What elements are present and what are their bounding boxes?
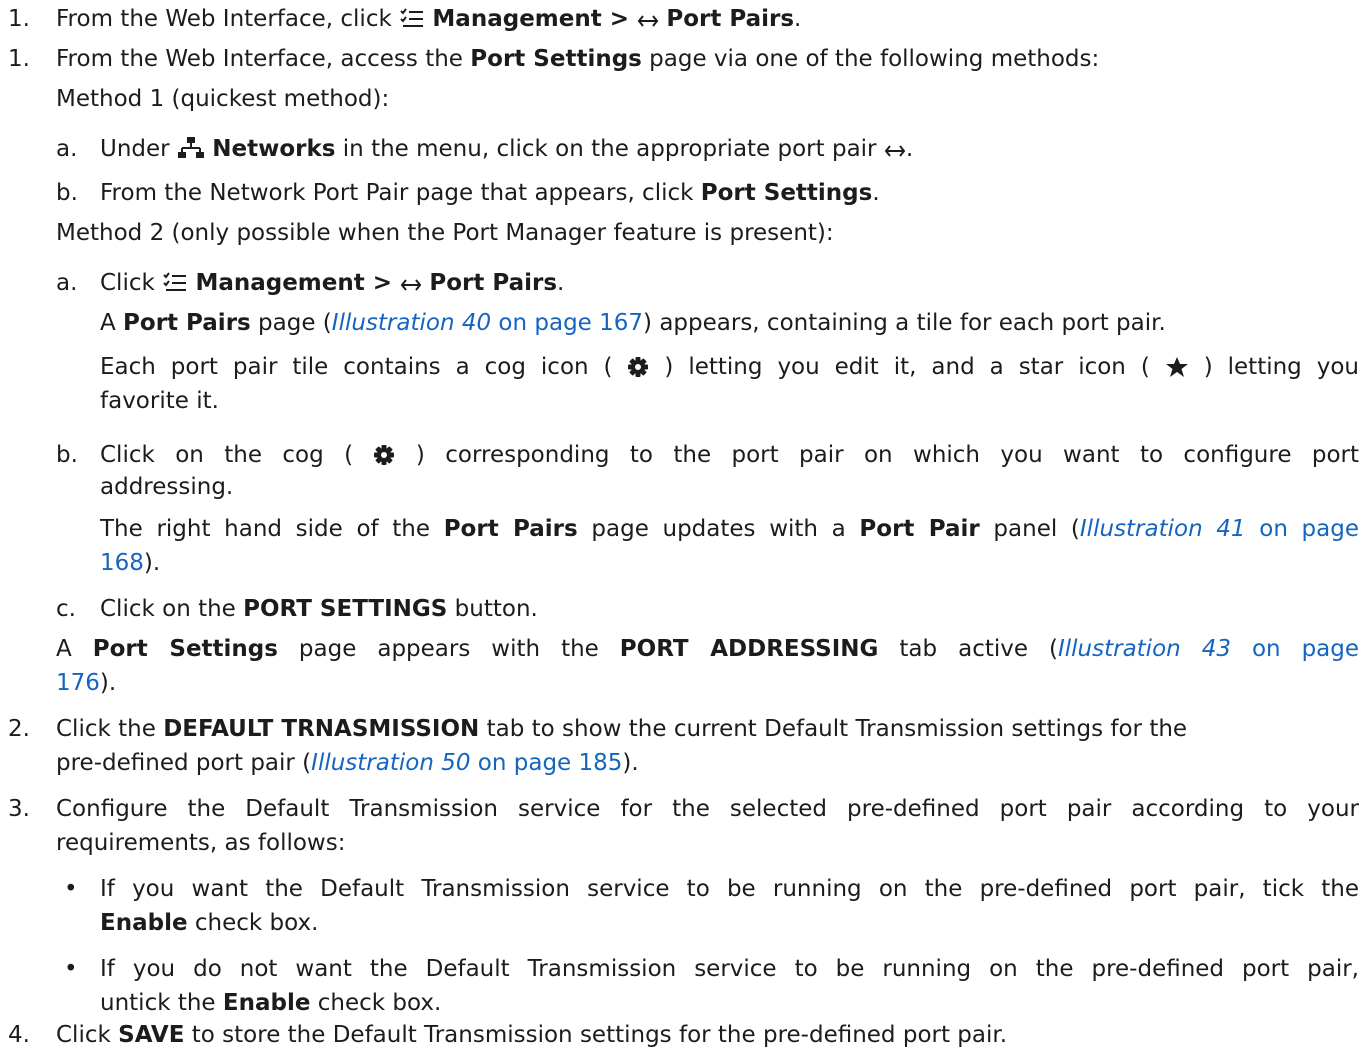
menu-port-pairs: Port Pairs <box>666 6 795 32</box>
illustration-43-link[interactable]: Illustration 43 <box>1058 636 1231 662</box>
method-2-step-b-result: The right hand side of the Port Pairs pa… <box>100 516 1359 542</box>
method-2-step-b-result-end: 168). <box>100 550 161 576</box>
left-right-arrow-icon <box>637 8 659 38</box>
port-settings-result-end: 176). <box>56 670 117 696</box>
page-185-link[interactable]: on page 185 <box>470 750 623 776</box>
method-2-step-a-result: A Port Pairs page (Illustration 40 on pa… <box>100 310 1166 336</box>
page-167-link[interactable]: on page 167 <box>491 310 643 336</box>
menu-checklist-icon <box>399 8 425 38</box>
page-176-link[interactable]: on page <box>1231 636 1359 662</box>
document-page: 1. From the Web Interface, click Managem… <box>8 6 1360 1048</box>
star-icon <box>1165 356 1189 386</box>
tile-icons-description-end: favorite it. <box>100 388 219 414</box>
step-2-cont: pre-defined port pair (Illustration 50 o… <box>56 750 639 776</box>
cog-icon <box>373 444 395 474</box>
illustration-40-link[interactable]: Illustration 40 <box>332 310 491 336</box>
method-2-heading: Method 2 (only possible when the Port Ma… <box>56 220 834 246</box>
illustration-41-link[interactable]: Illustration 41 <box>1080 516 1246 542</box>
port-settings-result: A Port Settings page appears with the PO… <box>56 636 1360 662</box>
page-176-link[interactable]: 176 <box>56 670 100 696</box>
network-tree-icon <box>177 136 205 168</box>
bullet-enable-cont: Enable check box. <box>100 910 319 936</box>
left-right-arrow-icon <box>400 272 422 302</box>
page-168-link[interactable]: 168 <box>100 550 144 576</box>
menu-checklist-icon <box>162 272 188 302</box>
tile-icons-description: Each port pair tile contains a cog icon … <box>100 352 1359 386</box>
method-2-step-b-cont: addressing. <box>100 474 234 500</box>
bullet-disable-cont: untick the Enable check box. <box>100 990 442 1016</box>
menu-management: Management <box>432 6 602 32</box>
left-right-arrow-icon <box>884 138 906 168</box>
method-1-heading: Method 1 (quickest method): <box>56 86 390 112</box>
illustration-50-link[interactable]: Illustration 50 <box>311 750 470 776</box>
cog-icon <box>627 356 649 386</box>
page-168-link[interactable]: on page <box>1246 516 1359 542</box>
step-3-cont: requirements, as follows: <box>56 830 346 856</box>
